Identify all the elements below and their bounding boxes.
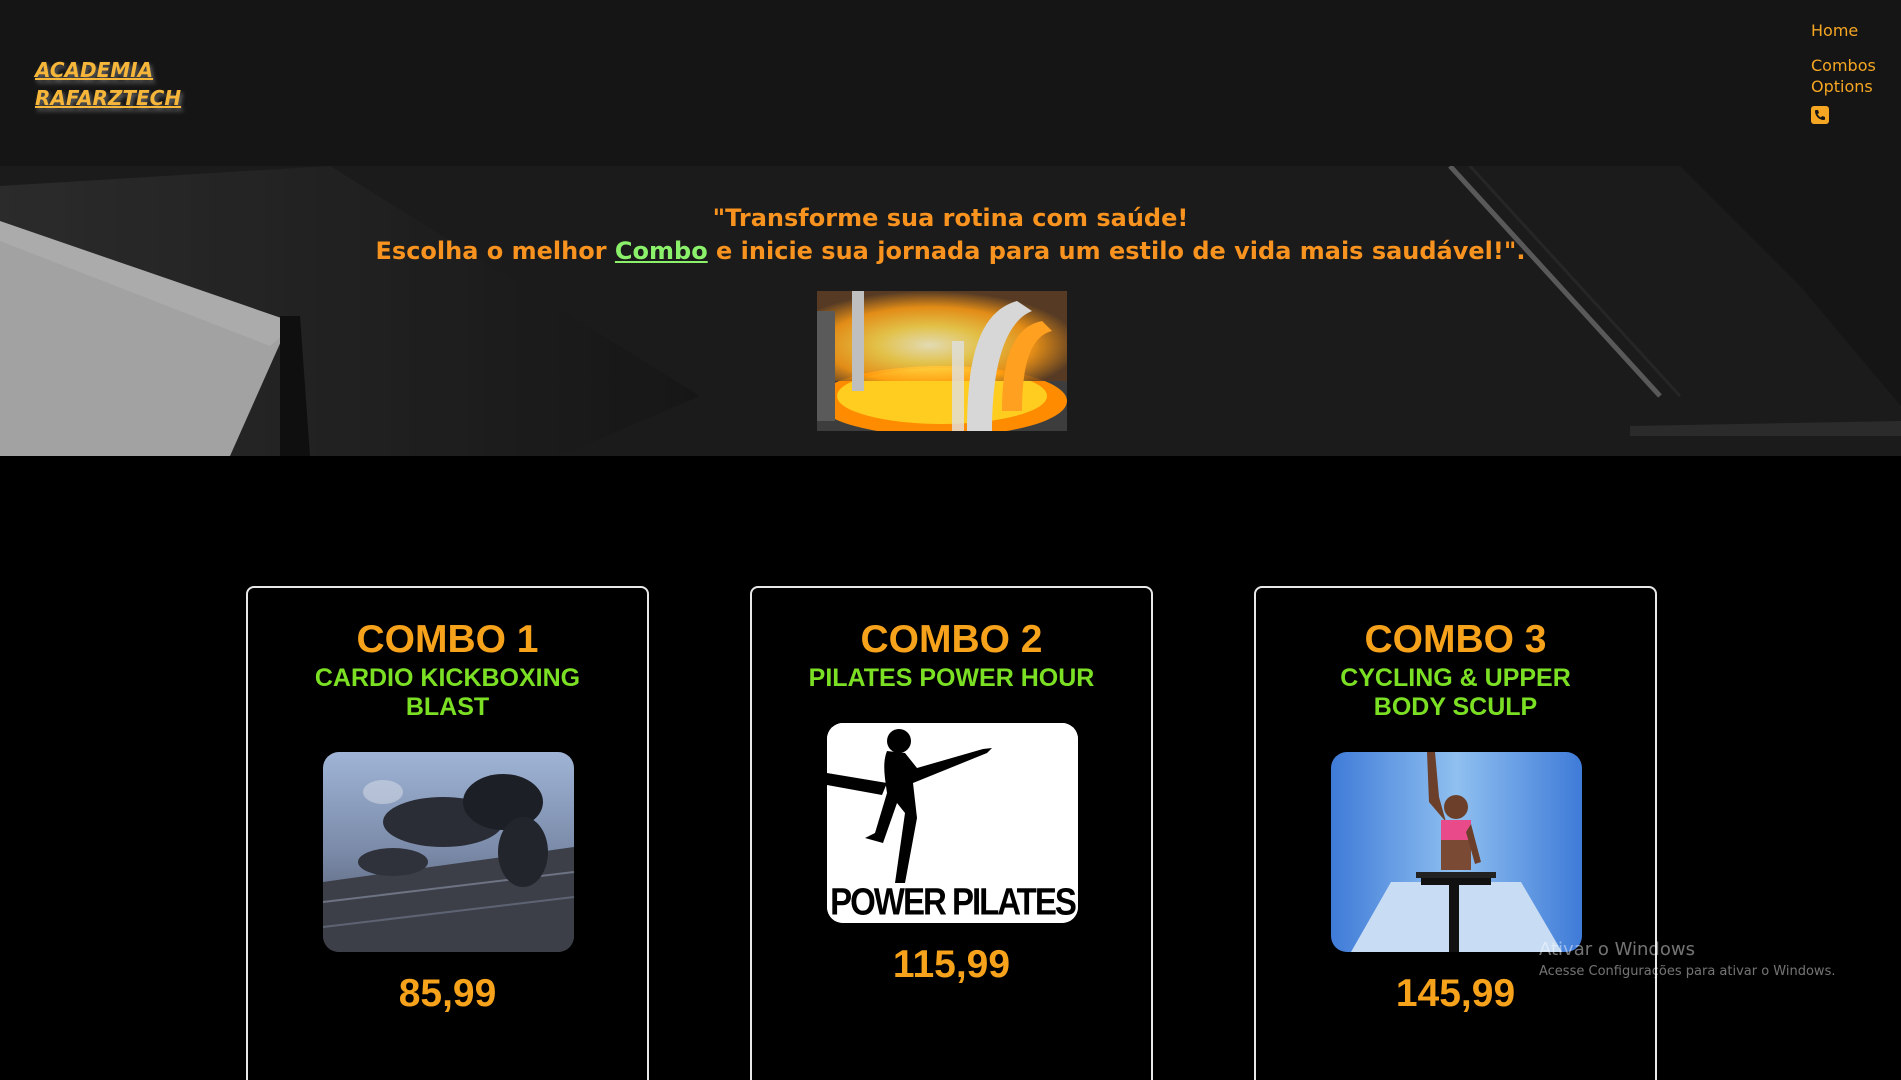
phone-icon[interactable] [1811,106,1829,124]
combo-card-3[interactable]: COMBO 3 CYCLING & UPPER BODY SCULP 145,9… [1254,586,1657,1080]
hero-line-2-end: e inicie sua jornada para um estilo de v… [707,237,1526,265]
cycling-image [1331,752,1582,952]
header: ACADEMIA RAFARZTECH Home Combos Options [0,0,1901,166]
kickboxing-image [323,752,574,952]
combo-subtitle: PILATES POWER HOUR [808,664,1095,692]
site-logo[interactable]: ACADEMIA RAFARZTECH [35,56,181,112]
power-pilates-logo-text: POWER PILATES [830,880,1077,923]
watermark-subtitle: Acesse Configurações para ativar o Windo… [1539,964,1836,979]
combo-title: COMBO 3 [1364,618,1547,661]
combo-price: 85,99 [398,972,497,1015]
combo-title: COMBO 2 [860,618,1043,661]
combo-card-1[interactable]: COMBO 1 CARDIO KICKBOXING BLAST 85,99 [246,586,649,1080]
hero-tagline: "Transforme sua rotina com saúde! Escolh… [0,202,1901,268]
hero-banner: "Transforme sua rotina com saúde! Escolh… [0,166,1901,456]
hero-line-1: "Transforme sua rotina com saúde! [712,204,1189,232]
combo-price: 115,99 [892,943,1011,986]
combo-subtitle: CARDIO KICKBOXING BLAST [314,664,581,721]
combo-link[interactable]: Combo [615,237,708,265]
hero-line-2-start: Escolha o melhor [375,237,615,265]
logo-line-1: ACADEMIA [35,58,154,82]
hero-animation-image [817,291,1067,431]
hero-line-2: Escolha o melhor Combo e inicie sua jorn… [0,235,1901,268]
combo-subtitle: CYCLING & UPPER BODY SCULP [1340,664,1571,721]
main-nav: Home Combos Options [1811,20,1901,124]
windows-activation-watermark: Ativar o Windows Acesse Configurações pa… [1539,938,1835,982]
watermark-title: Ativar o Windows [1539,939,1695,960]
logo-line-2: RAFARZTECH [35,86,182,110]
power-pilates-image: POWER PILATES [827,723,1078,923]
combo-title: COMBO 1 [356,618,539,661]
nav-combos-link[interactable]: Combos Options [1811,55,1881,97]
nav-home-link[interactable]: Home [1811,20,1901,41]
combo-card-2[interactable]: COMBO 2 PILATES POWER HOUR POWER PILATES… [750,586,1153,1080]
